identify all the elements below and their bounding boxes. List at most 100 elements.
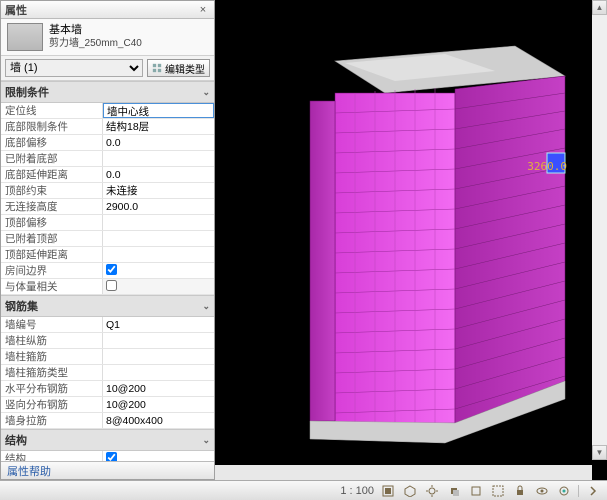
property-label: 墙柱箍筋类型: [1, 365, 103, 380]
group-name: 限制条件: [5, 84, 202, 100]
property-row[interactable]: 已附着底部: [1, 151, 214, 167]
scale-label[interactable]: 1 : 100: [340, 485, 374, 497]
visual-style-icon[interactable]: [402, 483, 418, 498]
property-value[interactable]: [103, 231, 214, 246]
sun-path-icon[interactable]: [424, 483, 440, 498]
instance-filter-select[interactable]: 墙 (1): [5, 59, 143, 77]
property-row[interactable]: 定位线墙中心线: [1, 103, 214, 119]
property-row[interactable]: 顶部偏移: [1, 215, 214, 231]
property-row[interactable]: 结构: [1, 451, 214, 461]
close-icon[interactable]: ×: [196, 4, 210, 16]
detail-level-icon[interactable]: [380, 483, 396, 498]
property-row[interactable]: 顶部延伸距离: [1, 247, 214, 263]
panel-title: 属性: [5, 2, 192, 18]
type-name-label: 剪力墙_250mm_C40: [49, 38, 142, 50]
chevron-right-icon[interactable]: [585, 483, 601, 498]
property-label: 与体量相关: [1, 279, 103, 294]
property-row[interactable]: 底部限制条件结构18层: [1, 119, 214, 135]
property-value[interactable]: [103, 349, 214, 364]
reveal-hidden-icon[interactable]: [556, 483, 572, 498]
dimension-label: 3260.0: [527, 160, 567, 173]
property-row[interactable]: 无连接高度2900.0: [1, 199, 214, 215]
property-row[interactable]: 墙柱箍筋: [1, 349, 214, 365]
chevron-down-icon: ⌄: [202, 301, 210, 312]
property-value[interactable]: [103, 247, 214, 262]
type-thumbnail: [7, 23, 43, 51]
property-value[interactable]: 未连接: [103, 183, 214, 198]
property-label: 墙柱箍筋: [1, 349, 103, 364]
property-row[interactable]: 底部偏移0.0: [1, 135, 214, 151]
property-row[interactable]: 房间边界: [1, 263, 214, 279]
crop-region-icon[interactable]: [490, 483, 506, 498]
property-row[interactable]: 水平分布钢筋10@200: [1, 381, 214, 397]
edit-type-label: 编辑类型: [165, 61, 205, 76]
property-row[interactable]: 墙身拉筋8@400x400: [1, 413, 214, 429]
property-row[interactable]: 墙柱纵筋: [1, 333, 214, 349]
property-row[interactable]: 顶部约束未连接: [1, 183, 214, 199]
group-name: 钢筋集: [5, 298, 202, 314]
property-label: 墙柱纵筋: [1, 333, 103, 348]
property-label: 墙身拉筋: [1, 413, 103, 428]
properties-panel: 属性 × 基本墙 剪力墙_250mm_C40 墙 (1) 编辑类型 限制条件⌄定…: [0, 0, 215, 480]
panel-header: 属性 ×: [1, 1, 214, 19]
property-label: 竖向分布钢筋: [1, 397, 103, 412]
edit-type-icon: [152, 63, 162, 73]
property-group-header[interactable]: 限制条件⌄: [1, 81, 214, 103]
property-value[interactable]: 结构18层: [103, 119, 214, 134]
property-label: 底部限制条件: [1, 119, 103, 134]
type-selector-row[interactable]: 基本墙 剪力墙_250mm_C40: [1, 19, 214, 56]
property-value[interactable]: 10@200: [103, 397, 214, 412]
viewport-hscrollbar[interactable]: [215, 465, 592, 480]
model-viewport[interactable]: 3260.0 ▲ ▼: [215, 0, 607, 480]
properties-list[interactable]: 限制条件⌄定位线墙中心线底部限制条件结构18层底部偏移0.0已附着底部底部延伸距…: [1, 81, 214, 461]
edit-type-button[interactable]: 编辑类型: [147, 59, 210, 77]
scroll-up-button[interactable]: ▲: [592, 0, 607, 15]
property-row[interactable]: 与体量相关: [1, 279, 214, 295]
scroll-down-button[interactable]: ▼: [592, 445, 607, 460]
view-control-bar: 1 : 100: [0, 480, 607, 500]
property-value[interactable]: 0.0: [103, 135, 214, 150]
instance-filter-row: 墙 (1) 编辑类型: [1, 56, 214, 81]
property-row[interactable]: 墙编号Q1: [1, 317, 214, 333]
property-group-header[interactable]: 结构⌄: [1, 429, 214, 451]
property-value[interactable]: 0.0: [103, 167, 214, 182]
property-value[interactable]: 墙中心线: [103, 103, 214, 118]
property-value[interactable]: Q1: [103, 317, 214, 332]
property-label: 无连接高度: [1, 199, 103, 214]
property-value[interactable]: [103, 365, 214, 380]
property-value[interactable]: 2900.0: [103, 199, 214, 214]
property-row[interactable]: 竖向分布钢筋10@200: [1, 397, 214, 413]
building-model: [215, 0, 607, 480]
shadows-icon[interactable]: [446, 483, 462, 498]
property-row[interactable]: 已附着顶部: [1, 231, 214, 247]
property-label: 结构: [1, 451, 103, 461]
crop-view-icon[interactable]: [468, 483, 484, 498]
property-value[interactable]: 10@200: [103, 381, 214, 396]
property-label: 底部偏移: [1, 135, 103, 150]
property-value[interactable]: [103, 151, 214, 166]
property-label: 已附着底部: [1, 151, 103, 166]
property-label: 已附着顶部: [1, 231, 103, 246]
property-label: 底部延伸距离: [1, 167, 103, 182]
temporary-hide-icon[interactable]: [534, 483, 550, 498]
property-checkbox[interactable]: [106, 264, 117, 275]
property-value: [103, 279, 214, 294]
lock-icon[interactable]: [512, 483, 528, 498]
property-label: 房间边界: [1, 263, 103, 278]
property-value[interactable]: [103, 215, 214, 230]
chevron-down-icon: ⌄: [202, 87, 210, 98]
properties-help-link[interactable]: 属性帮助: [7, 466, 51, 478]
type-family-label: 基本墙: [49, 24, 142, 37]
property-value[interactable]: 8@400x400: [103, 413, 214, 428]
property-value[interactable]: [103, 451, 214, 461]
property-value[interactable]: [103, 333, 214, 348]
property-label: 水平分布钢筋: [1, 381, 103, 396]
property-row[interactable]: 底部延伸距离0.0: [1, 167, 214, 183]
property-row[interactable]: 墙柱箍筋类型: [1, 365, 214, 381]
property-value[interactable]: [103, 263, 214, 278]
property-group-header[interactable]: 钢筋集⌄: [1, 295, 214, 317]
viewport-vscrollbar[interactable]: ▲ ▼: [592, 0, 607, 460]
property-checkbox: [106, 280, 117, 291]
property-checkbox[interactable]: [106, 452, 117, 461]
property-label: 顶部约束: [1, 183, 103, 198]
